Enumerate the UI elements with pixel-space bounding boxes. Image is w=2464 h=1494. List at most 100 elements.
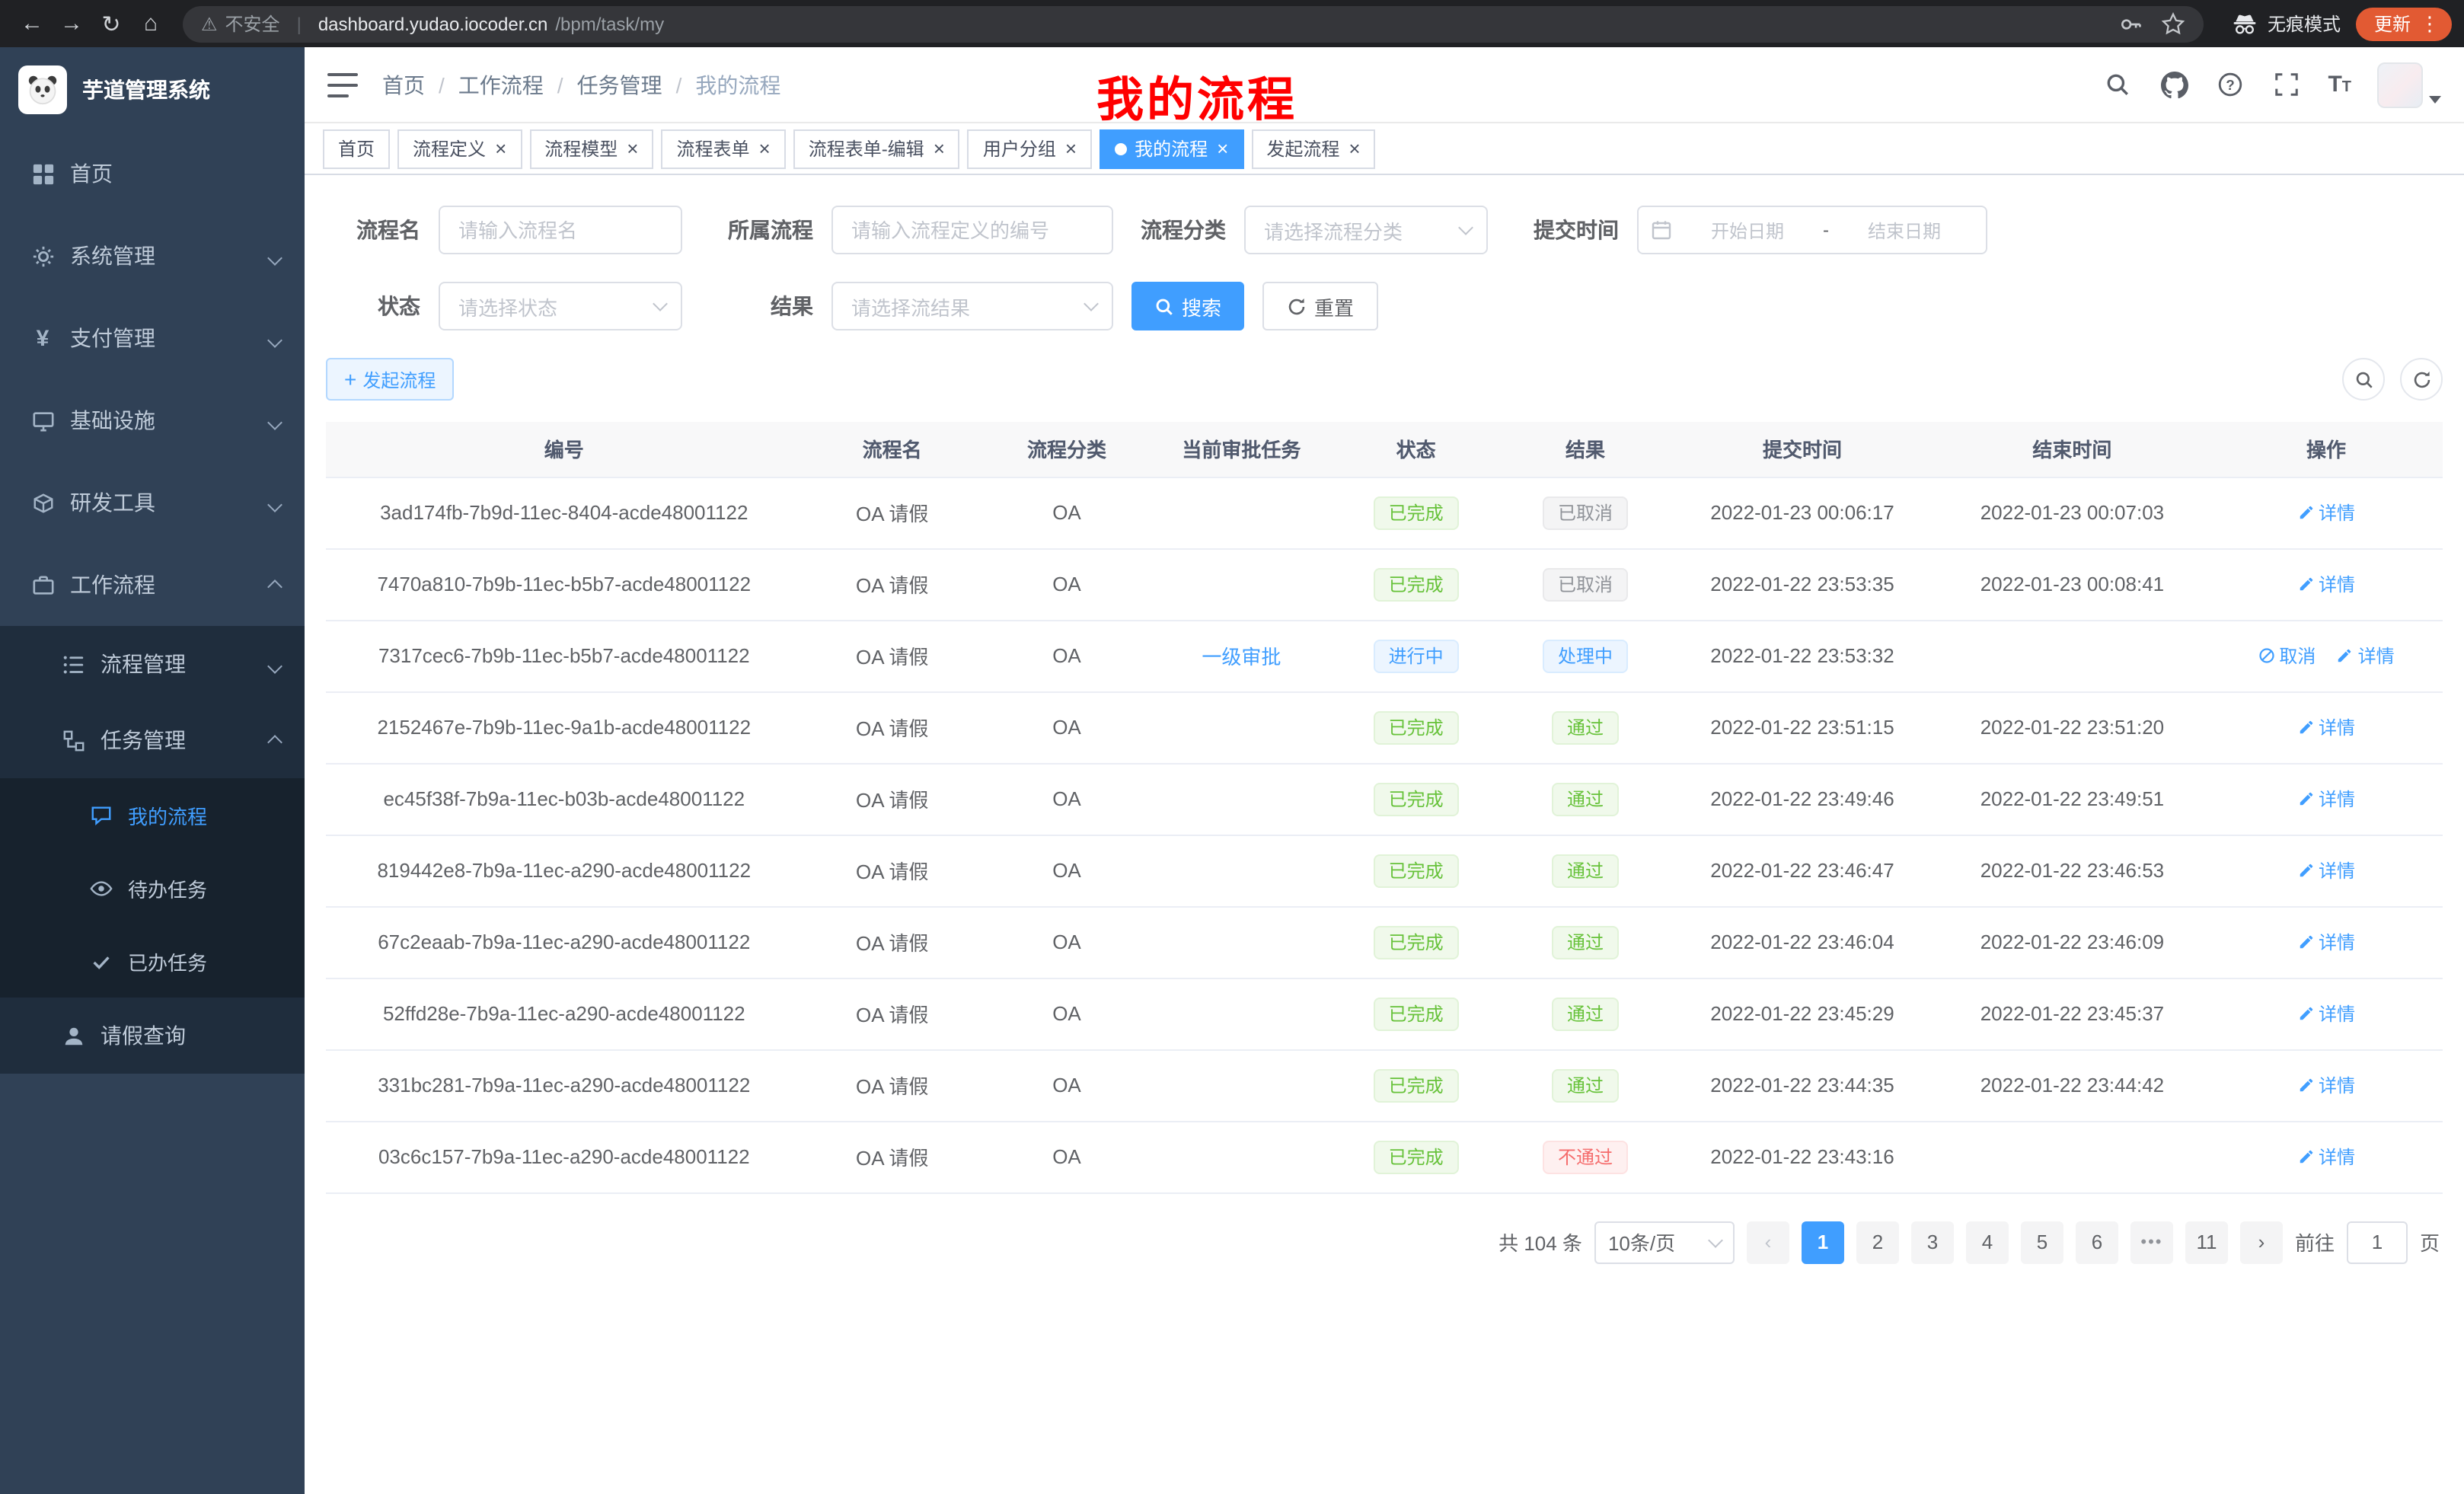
detail-action[interactable]: 详情 [2297, 1144, 2355, 1170]
warning-icon[interactable]: ⚠ [201, 13, 218, 34]
close-icon[interactable]: × [1065, 139, 1077, 158]
table-header-row: 编号 流程名 流程分类 当前审批任务 状态 结果 提交时间 结束时间 操作 [326, 422, 2443, 477]
create-process-button[interactable]: + 发起流程 [326, 358, 454, 401]
process-name: OA 请假 [856, 1075, 928, 1098]
back-icon[interactable]: ← [12, 4, 52, 43]
cancel-action[interactable]: 取消 [2258, 643, 2316, 669]
toggle-search-button[interactable] [2342, 358, 2385, 401]
tab-process-form[interactable]: 流程表单× [661, 129, 785, 168]
detail-action[interactable]: 详情 [2297, 857, 2355, 883]
tab-my-process[interactable]: 我的流程× [1100, 129, 1243, 168]
sidebar-item-process-management[interactable]: 流程管理 [0, 626, 305, 702]
question-icon[interactable]: ? [2215, 69, 2245, 100]
sidebar-item-devtools[interactable]: 研发工具 [0, 461, 305, 544]
close-icon[interactable]: × [759, 139, 771, 158]
tab-start-process[interactable]: 发起流程× [1251, 129, 1375, 168]
sidebar-item-leave-query[interactable]: 请假查询 [0, 998, 305, 1074]
prev-page-button[interactable]: ‹ [1747, 1221, 1789, 1263]
chevron-up-icon [270, 573, 280, 597]
sidebar-item-infrastructure[interactable]: 基础设施 [0, 379, 305, 461]
detail-action[interactable]: 详情 [2297, 500, 2355, 525]
breadcrumb-task-management[interactable]: 任务管理 [577, 69, 662, 100]
font-size-icon[interactable]: TT [2328, 73, 2351, 96]
reload-icon[interactable]: ↻ [91, 4, 131, 43]
sidebar-toggle-icon[interactable] [327, 72, 358, 97]
github-icon[interactable] [2159, 69, 2189, 100]
payment-icon: ¥ [30, 326, 55, 350]
chevron-down-icon [2429, 95, 2441, 103]
bookmark-star-icon[interactable] [2161, 11, 2185, 36]
page-button-2[interactable]: 2 [1856, 1221, 1899, 1263]
current-task-link[interactable]: 一级审批 [1202, 646, 1281, 669]
detail-action[interactable]: 详情 [2337, 643, 2395, 669]
page-button-11[interactable]: 11 [2185, 1221, 2228, 1263]
category-select[interactable]: 请选择流程分类 [1244, 206, 1488, 254]
sidebar-item-my-process[interactable]: 我的流程 [0, 778, 305, 851]
key-icon[interactable] [2118, 11, 2143, 36]
search-button[interactable]: 搜索 [1131, 282, 1244, 330]
tab-process-form-edit[interactable]: 流程表单-编辑× [793, 129, 960, 168]
process-category: OA [1052, 716, 1081, 739]
submit-time: 2022-01-23 00:06:17 [1710, 501, 1894, 524]
close-icon[interactable]: × [495, 139, 506, 158]
update-button[interactable]: 更新 ⋮ [2356, 7, 2452, 40]
table-row: 03c6c157-7b9a-11ec-a290-acde48001122 OA … [326, 1121, 2443, 1192]
result-select[interactable]: 请选择流结果 [831, 282, 1113, 330]
sidebar-item-todo-tasks[interactable]: 待办任务 [0, 851, 305, 924]
reset-button[interactable]: 重置 [1262, 282, 1378, 330]
process-definition-input[interactable] [831, 206, 1113, 254]
sidebar-item-done-tasks[interactable]: 已办任务 [0, 924, 305, 998]
close-icon[interactable]: × [1217, 139, 1228, 158]
more-pages-button[interactable]: ••• [2130, 1221, 2173, 1263]
page-button-1[interactable]: 1 [1802, 1221, 1844, 1263]
app-logo[interactable]: 芋道管理系统 [0, 47, 305, 132]
close-icon[interactable]: × [934, 139, 945, 158]
browser-menu-icon[interactable]: ⋮ [2420, 11, 2440, 36]
next-page-button[interactable]: › [2240, 1221, 2283, 1263]
detail-action[interactable]: 详情 [2297, 1001, 2355, 1026]
status-select[interactable]: 请选择状态 [439, 282, 682, 330]
fullscreen-icon[interactable] [2271, 69, 2302, 100]
close-icon[interactable]: × [1348, 139, 1360, 158]
search-icon[interactable] [2102, 69, 2133, 100]
forward-icon[interactable]: → [52, 4, 91, 43]
breadcrumb-workflow[interactable]: 工作流程 [458, 69, 544, 100]
detail-action[interactable]: 详情 [2297, 786, 2355, 812]
breadcrumb-home[interactable]: 首页 [382, 69, 425, 100]
detail-action[interactable]: 详情 [2297, 571, 2355, 597]
table-row: 7470a810-7b9b-11ec-b5b7-acde48001122 OA … [326, 548, 2443, 620]
submit-time-range-picker[interactable]: 开始日期 - 结束日期 [1637, 206, 1987, 254]
detail-action[interactable]: 详情 [2297, 714, 2355, 740]
address-bar[interactable]: ⚠ 不安全 | dashboard.yudao.iocoder.cn/bpm/t… [183, 5, 2204, 42]
sidebar-item-home[interactable]: 首页 [0, 132, 305, 215]
process-name-input[interactable] [439, 206, 682, 254]
tab-process-definition[interactable]: 流程定义× [397, 129, 522, 168]
end-time: 2022-01-22 23:46:09 [1980, 931, 2164, 953]
sidebar-item-workflow[interactable]: 工作流程 [0, 544, 305, 626]
page-button-4[interactable]: 4 [1966, 1221, 2009, 1263]
tab-process-model[interactable]: 流程模型× [529, 129, 653, 168]
detail-action[interactable]: 详情 [2297, 1072, 2355, 1098]
sidebar-item-payment[interactable]: ¥ 支付管理 [0, 297, 305, 379]
refresh-button[interactable] [2400, 358, 2443, 401]
sidebar-item-task-management[interactable]: 任务管理 [0, 702, 305, 778]
tab-home[interactable]: 首页 [323, 129, 390, 168]
table-row: 819442e8-7b9a-11ec-a290-acde48001122 OA … [326, 835, 2443, 906]
infrastructure-icon [30, 408, 55, 433]
home-icon[interactable]: ⌂ [131, 4, 171, 43]
sidebar-item-system[interactable]: 系统管理 [0, 215, 305, 297]
close-icon[interactable]: × [627, 139, 638, 158]
page-size-select[interactable]: 10条/页 [1594, 1221, 1735, 1263]
page-button-5[interactable]: 5 [2021, 1221, 2063, 1263]
edit-icon [2337, 647, 2354, 664]
page-button-6[interactable]: 6 [2076, 1221, 2118, 1263]
edit-icon [2297, 719, 2314, 736]
process-category: OA [1052, 931, 1081, 953]
detail-action[interactable]: 详情 [2297, 929, 2355, 955]
user-menu[interactable] [2377, 62, 2441, 107]
page-button-3[interactable]: 3 [1911, 1221, 1954, 1263]
pagination: 共 104 条 10条/页 ‹ 1 2 3 4 5 6 ••• 11 › 前往 [329, 1221, 2440, 1263]
avatar[interactable] [2377, 62, 2423, 107]
tab-user-group[interactable]: 用户分组× [968, 129, 1092, 168]
goto-page-input[interactable] [2347, 1221, 2408, 1263]
